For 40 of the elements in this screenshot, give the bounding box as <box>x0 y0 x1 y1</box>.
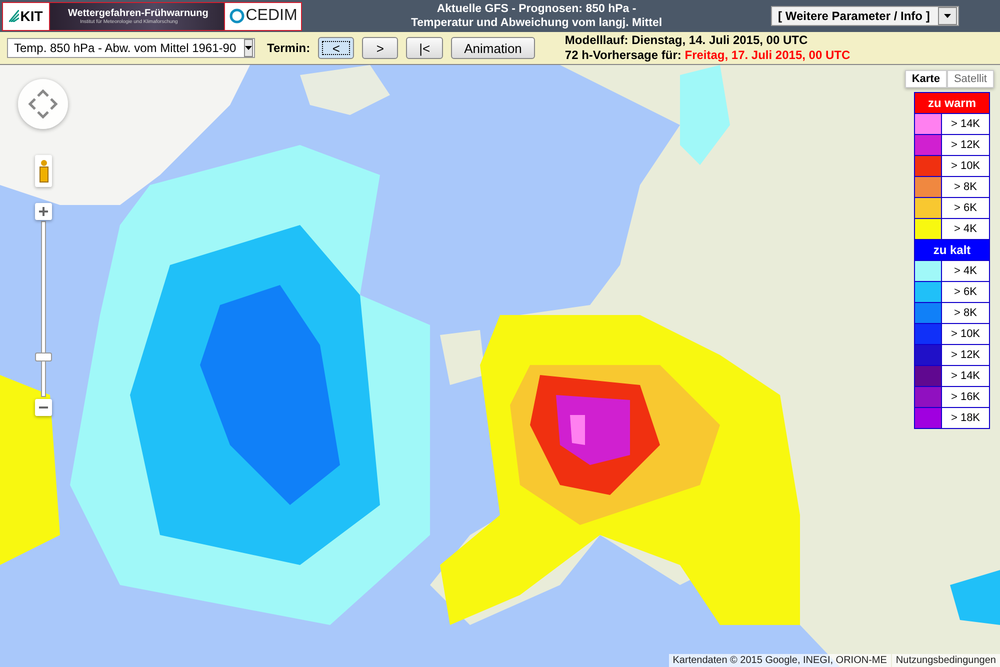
caret-icon <box>245 46 252 50</box>
parameter-select[interactable]: Temp. 850 hPa - Abw. vom Mittel 1961-90 <box>7 38 255 58</box>
termin-label: Termin: <box>267 41 310 55</box>
plus-icon <box>39 207 48 216</box>
legend-label: > 10K <box>942 324 989 344</box>
legend-label: > 8K <box>942 177 989 197</box>
zoom-slider[interactable] <box>35 221 52 397</box>
legend-label: > 12K <box>942 135 989 155</box>
legend-label: > 12K <box>942 345 989 365</box>
legend-label: > 4K <box>942 261 989 281</box>
legend-label: > 14K <box>942 114 989 134</box>
caret-icon <box>944 14 951 18</box>
map-type-tab[interactable]: Satellit <box>946 70 994 88</box>
map-attribution: Kartendaten © 2015 Google, INEGI, ORION-ME <box>668 654 891 667</box>
legend-label: > 10K <box>942 156 989 176</box>
legend-label: > 18K <box>942 408 989 428</box>
info-select[interactable]: [ Weitere Parameter / Info ] <box>771 6 959 26</box>
legend-label: > 8K <box>942 303 989 323</box>
legend-label: > 14K <box>942 366 989 386</box>
step-button[interactable]: < <box>318 37 354 59</box>
legend-heading: zu warm <box>915 93 989 113</box>
kit-logo: KIT <box>3 2 49 30</box>
model-run-text: Modelllauf: Dienstag, 14. Juli 2015, 00 UTC <box>564 33 809 48</box>
legend-label: > 6K <box>942 282 989 302</box>
cedim-logo: CEDIM <box>225 2 301 30</box>
step-button[interactable]: Animation <box>451 37 535 59</box>
step-button[interactable]: |< <box>406 37 444 59</box>
terms-link[interactable]: Nutzungsbedingungen <box>892 654 1000 667</box>
step-button[interactable]: > <box>362 37 398 59</box>
legend-heading: zu kalt <box>915 240 989 260</box>
legend-label: > 6K <box>942 198 989 218</box>
forecast-text: 72 h-Vorhersage für: Freitag, 17. Juli 2015, 00 UTC <box>564 48 850 63</box>
pegman-icon[interactable] <box>35 155 52 187</box>
zoom-in-button[interactable] <box>35 203 52 220</box>
page-title: Aktuelle GFS - Prognosen: 850 hPa - <box>436 2 636 16</box>
map-type-tab[interactable]: Karte <box>904 70 947 88</box>
legend-label: > 16K <box>942 387 989 407</box>
page-title: Temperatur und Abweichung vom langj. Mittel <box>410 16 662 30</box>
legend-label: > 4K <box>942 219 989 239</box>
zoom-out-button[interactable] <box>35 399 52 416</box>
